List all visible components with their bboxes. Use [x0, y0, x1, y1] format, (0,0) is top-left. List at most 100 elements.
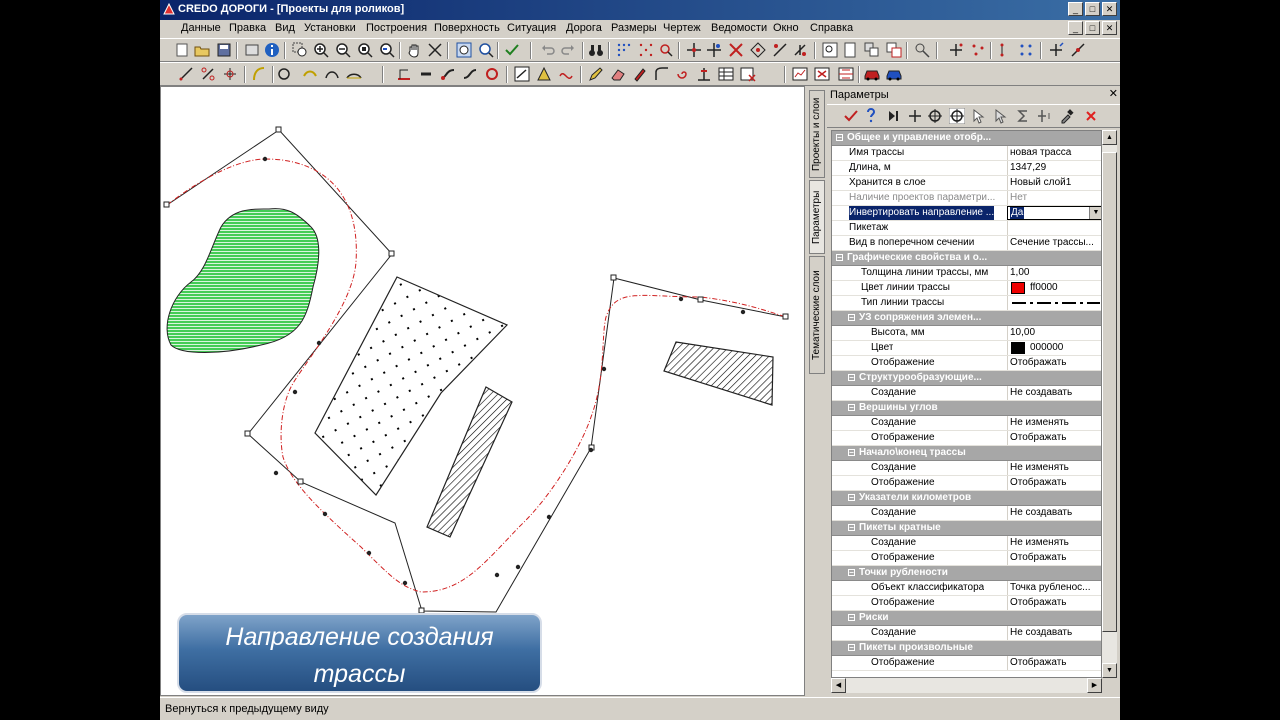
snap-search-icon[interactable]: [658, 42, 674, 58]
property-row[interactable]: Создание Не изменять: [832, 536, 1101, 551]
collapse-toggle-icon[interactable]: −: [848, 569, 855, 577]
property-group-header[interactable]: − Пикеты кратные: [832, 521, 1101, 536]
property-value[interactable]: [1007, 221, 1101, 235]
next-view-icon[interactable]: [478, 42, 494, 58]
property-group-header[interactable]: − Структурообразующие...: [832, 371, 1101, 386]
property-value[interactable]: 000000: [1007, 341, 1101, 355]
property-value[interactable]: Отображать: [1007, 431, 1101, 445]
property-row[interactable]: Отображение Отображать: [832, 431, 1101, 446]
property-row[interactable]: Объект классификатора Точка рубленос...: [832, 581, 1101, 596]
line-slope-icon[interactable]: [178, 66, 194, 82]
open-folder-icon[interactable]: [194, 42, 210, 58]
previous-view-icon[interactable]: [456, 42, 472, 58]
color-swatch[interactable]: [1011, 282, 1025, 294]
axis-tool-icon[interactable]: [1048, 42, 1064, 58]
split-tool-icon[interactable]: [1070, 42, 1086, 58]
profile-icon[interactable]: [792, 66, 808, 82]
plus-tool-icon[interactable]: [907, 108, 923, 124]
property-value[interactable]: Не изменять: [1007, 416, 1101, 430]
property-group-header[interactable]: − Риски: [832, 611, 1101, 626]
measure-icon[interactable]: [914, 42, 930, 58]
zoom-all-icon[interactable]: [357, 42, 373, 58]
bridge-tool-icon[interactable]: [346, 66, 362, 82]
mdi-minimize-button[interactable]: _: [1068, 21, 1083, 35]
collapse-toggle-icon[interactable]: −: [848, 449, 855, 457]
scatter-points-icon[interactable]: [970, 42, 986, 58]
check-icon[interactable]: [504, 42, 520, 58]
zoom-in-icon[interactable]: [313, 42, 329, 58]
property-grid-vertical-scrollbar[interactable]: ▲ ▼: [1102, 130, 1117, 678]
hatched-building-area[interactable]: [663, 341, 774, 406]
property-value[interactable]: Отображать: [1007, 656, 1101, 670]
route-direction-icon[interactable]: [514, 66, 530, 82]
property-value[interactable]: новая трасса: [1007, 146, 1101, 160]
property-value[interactable]: Точка рубленос...: [1007, 581, 1101, 595]
cross-tool-icon[interactable]: [686, 42, 702, 58]
eraser-icon[interactable]: [610, 66, 626, 82]
eyedropper-icon[interactable]: [1059, 108, 1075, 124]
redo-icon[interactable]: [560, 42, 576, 58]
question-cursor-icon[interactable]: [863, 108, 879, 124]
property-value[interactable]: Нет: [1007, 191, 1101, 205]
property-row[interactable]: Пикетаж: [832, 221, 1101, 236]
property-group-header[interactable]: − Начало\конец трассы: [832, 446, 1101, 461]
property-row[interactable]: Инвертировать направление ... Да ▼: [832, 206, 1101, 221]
route-plan-drawing[interactable]: [161, 87, 805, 696]
brush-icon[interactable]: [632, 66, 648, 82]
property-row[interactable]: Высота, мм 10,00: [832, 326, 1101, 341]
property-group-header[interactable]: − Вершины углов: [832, 401, 1101, 416]
vertical-points-icon[interactable]: [998, 42, 1014, 58]
collapse-toggle-icon[interactable]: −: [836, 254, 843, 262]
select-arrow-icon[interactable]: [971, 108, 987, 124]
table-icon[interactable]: [718, 66, 734, 82]
layers-icon[interactable]: [864, 42, 880, 58]
new-file-icon[interactable]: [174, 42, 190, 58]
section-icon[interactable]: [838, 66, 854, 82]
menu-window[interactable]: Окно: [773, 22, 799, 34]
collapse-toggle-icon[interactable]: −: [848, 374, 855, 382]
property-grid-horizontal-scrollbar[interactable]: ◀ ▶: [831, 678, 1102, 693]
binoculars-icon[interactable]: [588, 42, 604, 58]
dash-line-icon[interactable]: [418, 66, 434, 82]
copy-icon[interactable]: [886, 42, 902, 58]
menu-road[interactable]: Дорога: [566, 22, 602, 34]
property-row[interactable]: Отображение Отображать: [832, 596, 1101, 611]
crosshair-active-icon[interactable]: [949, 108, 965, 124]
page-icon[interactable]: [842, 42, 858, 58]
frame-icon[interactable]: [244, 42, 260, 58]
maximize-button[interactable]: □: [1085, 2, 1100, 16]
menu-surface[interactable]: Поверхность: [434, 22, 500, 34]
dropdown-arrow-icon[interactable]: ▼: [1089, 207, 1101, 219]
menu-drawing[interactable]: Чертеж: [663, 22, 701, 34]
property-value[interactable]: Не создавать: [1007, 626, 1101, 640]
property-value[interactable]: [1007, 296, 1101, 310]
grid-points-icon[interactable]: [616, 42, 632, 58]
curve-tool-icon[interactable]: [302, 66, 318, 82]
menu-situation[interactable]: Ситуация: [507, 22, 556, 34]
snap-cross-icon[interactable]: [222, 66, 238, 82]
save-icon[interactable]: [216, 42, 232, 58]
diamond-point-icon[interactable]: [750, 42, 766, 58]
arch-tool-icon[interactable]: [324, 66, 340, 82]
tab-projects-layers[interactable]: Проекты и слои: [809, 90, 825, 178]
zoom-window-icon[interactable]: [292, 42, 308, 58]
property-row[interactable]: Создание Не изменять: [832, 461, 1101, 476]
property-row[interactable]: Наличие проектов параметри... Нет: [832, 191, 1101, 206]
spiral-tool-icon[interactable]: [674, 66, 690, 82]
tab-thematic-layers[interactable]: Тематические слои: [809, 256, 825, 374]
property-value[interactable]: 1347,29: [1007, 161, 1101, 175]
delete-x-icon[interactable]: [1083, 108, 1099, 124]
sigma-icon[interactable]: [1015, 108, 1031, 124]
x-tool-icon[interactable]: [728, 42, 744, 58]
property-group-header[interactable]: − Указатели километров: [832, 491, 1101, 506]
axis-marker-icon[interactable]: [696, 66, 712, 82]
menu-reports[interactable]: Ведомости: [711, 22, 767, 34]
property-row[interactable]: Создание Не создавать: [832, 506, 1101, 521]
hatched-strip-area[interactable]: [426, 386, 513, 538]
property-group-header[interactable]: − Графические свойства и о...: [832, 251, 1101, 266]
property-group-header[interactable]: − УЗ сопряжения элемен...: [832, 311, 1101, 326]
menu-view[interactable]: Вид: [275, 22, 295, 34]
step-end-icon[interactable]: [885, 108, 901, 124]
property-row[interactable]: Хранится в слое Новый слой1: [832, 176, 1101, 191]
search-window-icon[interactable]: [822, 42, 838, 58]
